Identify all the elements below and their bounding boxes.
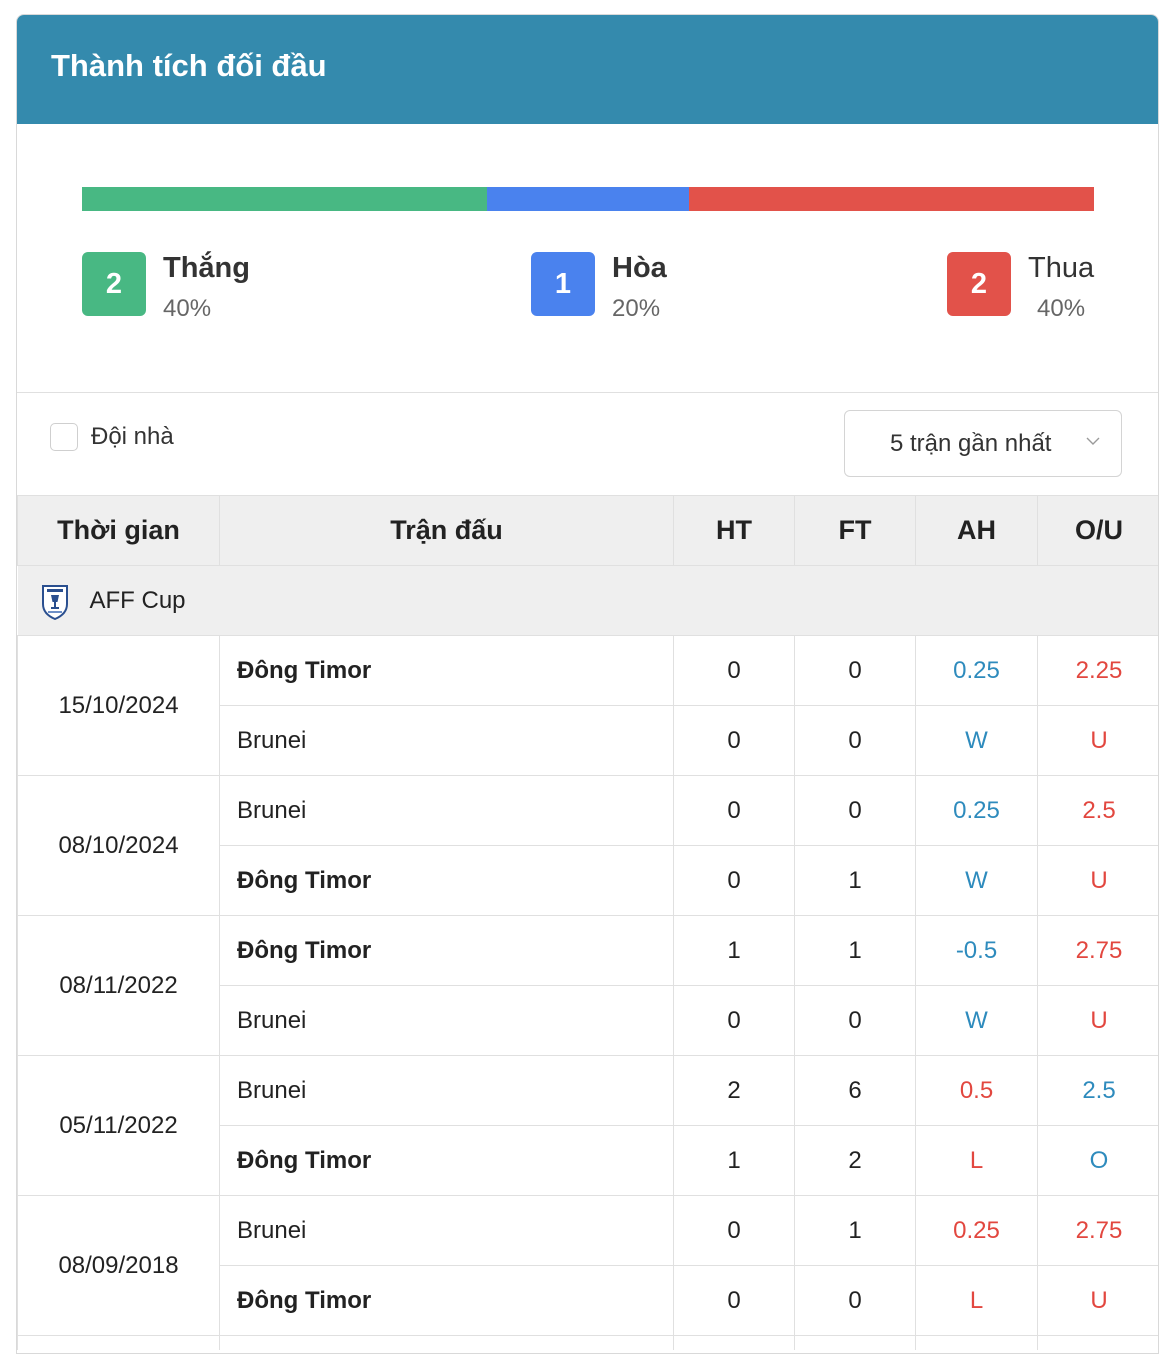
card-title: Thành tích đối đầu	[17, 15, 1158, 124]
table-row: 08/09/2018 Brunei 0 1 0.25 2.75	[17, 1195, 1158, 1336]
match-date: 08/09/2018	[17, 1195, 220, 1336]
over-under: 2.75	[1037, 915, 1158, 986]
draw-percent: 20%	[612, 295, 661, 322]
team-name: Đông Timor	[219, 1265, 674, 1336]
team-name: Brunei	[219, 1055, 674, 1126]
win-ratio-segment	[82, 187, 487, 211]
result-ratio-bar	[82, 187, 1094, 211]
over-under: 2.5	[1037, 1055, 1158, 1126]
asian-handicap: 0.25	[915, 635, 1038, 706]
match-date: 08/10/2024	[17, 775, 220, 916]
home-team-checkbox[interactable]	[50, 423, 78, 451]
match-date: 15/10/2024	[17, 635, 220, 776]
over-under: 2.25	[1037, 635, 1158, 706]
ft-score: 1	[794, 915, 916, 986]
col-header-ou: O/U	[1037, 495, 1158, 566]
table-row: 08/10/2024 Brunei 0 0 0.25 2.5	[17, 775, 1158, 916]
match-date: 08/11/2022	[17, 915, 220, 1056]
ft-score: 1	[794, 1195, 916, 1266]
team-name: Đông Timor	[219, 915, 674, 986]
ht-score: 1	[673, 1125, 795, 1196]
win-label: Thắng	[163, 252, 250, 284]
table-row: 15/10/2024 Đông Timor 0 0 0.25 2.25	[17, 635, 1158, 776]
ft-score: 1	[794, 845, 916, 916]
over-under: 2.75	[1037, 1195, 1158, 1266]
loss-percent: 40%	[1037, 295, 1086, 322]
team-name: Đông Timor	[219, 635, 674, 706]
home-team-filter[interactable]: Đội nhà	[50, 423, 174, 451]
ht-score: 0	[673, 705, 795, 776]
asian-handicap: L	[915, 1125, 1038, 1196]
asian-handicap: 0.25	[915, 1195, 1038, 1266]
draw-stat: 1 Hòa 20%	[531, 252, 667, 324]
col-header-ft: FT	[794, 495, 916, 566]
over-under: U	[1037, 705, 1158, 776]
col-header-time: Thời gian	[17, 495, 220, 566]
asian-handicap: 0.25	[915, 775, 1038, 846]
win-count-badge: 2	[82, 252, 146, 316]
team-name: Đông Timor	[219, 845, 674, 916]
match-range-select[interactable]: 5 trận gần nhất	[844, 410, 1122, 477]
filter-bar: Đội nhà 5 trận gần nhất	[17, 393, 1158, 495]
ft-score: 2	[794, 1125, 916, 1196]
ft-score: 0	[794, 705, 916, 776]
loss-count-badge: 2	[947, 252, 1011, 316]
ht-score: 0	[673, 1195, 795, 1266]
team-name: Brunei	[219, 775, 674, 846]
draw-ratio-segment	[486, 187, 690, 211]
team-name: Brunei	[219, 705, 674, 776]
table-row: 08/11/2022 Đông Timor 1 1 -0.5 2.75	[17, 915, 1158, 1056]
loss-label: Thua	[1028, 252, 1095, 284]
draw-label: Hòa	[612, 252, 667, 284]
ft-score: 0	[794, 775, 916, 846]
ht-score: 2	[673, 1055, 795, 1126]
ht-score: 0	[673, 635, 795, 706]
over-under: U	[1037, 845, 1158, 916]
over-under: U	[1037, 1265, 1158, 1336]
match-date: 05/11/2022	[17, 1055, 220, 1196]
asian-handicap: L	[915, 1265, 1038, 1336]
over-under: 2.5	[1037, 775, 1158, 846]
asian-handicap: W	[915, 985, 1038, 1056]
table-bottom-spacer	[17, 1335, 1158, 1350]
result-summary: 2 Thắng 40% 1 Hòa 20% 2 Thua 40%	[17, 124, 1158, 393]
loss-stat: 2 Thua 40%	[947, 252, 1094, 324]
asian-handicap: W	[915, 705, 1038, 776]
ht-score: 0	[673, 1265, 795, 1336]
team-name: Brunei	[219, 1195, 674, 1266]
match-range-value: 5 trận gần nhất	[890, 429, 1052, 457]
head-to-head-card: Thành tích đối đầu 2 Thắng 40% 1 Hòa 20%…	[16, 14, 1159, 1354]
league-row: AFF Cup	[17, 565, 1158, 636]
asian-handicap: W	[915, 845, 1038, 916]
win-percent: 40%	[163, 295, 212, 322]
win-stat: 2 Thắng 40%	[82, 252, 250, 324]
aff-cup-logo-icon	[41, 584, 68, 620]
over-under: O	[1037, 1125, 1158, 1196]
draw-count-badge: 1	[531, 252, 595, 316]
table-header-row: Thời gian Trận đấu HT FT AH O/U	[17, 495, 1158, 566]
ft-score: 0	[794, 985, 916, 1056]
over-under: U	[1037, 985, 1158, 1056]
ft-score: 0	[794, 635, 916, 706]
home-team-checkbox-label: Đội nhà	[91, 423, 174, 450]
col-header-match: Trận đấu	[219, 495, 674, 566]
chevron-down-icon	[1086, 437, 1100, 445]
team-name: Brunei	[219, 985, 674, 1056]
col-header-ah: AH	[915, 495, 1038, 566]
table-row: 05/11/2022 Brunei 2 6 0.5 2.5	[17, 1055, 1158, 1196]
asian-handicap: 0.5	[915, 1055, 1038, 1126]
asian-handicap: -0.5	[915, 915, 1038, 986]
loss-ratio-segment	[689, 187, 1094, 211]
match-history-table: Thời gian Trận đấu HT FT AH O/U AFF Cup …	[17, 495, 1158, 1350]
team-name: Đông Timor	[219, 1125, 674, 1196]
ft-score: 0	[794, 1265, 916, 1336]
ft-score: 6	[794, 1055, 916, 1126]
ht-score: 1	[673, 915, 795, 986]
ht-score: 0	[673, 775, 795, 846]
league-name: AFF Cup	[89, 586, 186, 614]
col-header-ht: HT	[673, 495, 795, 566]
ht-score: 0	[673, 845, 795, 916]
ht-score: 0	[673, 985, 795, 1056]
